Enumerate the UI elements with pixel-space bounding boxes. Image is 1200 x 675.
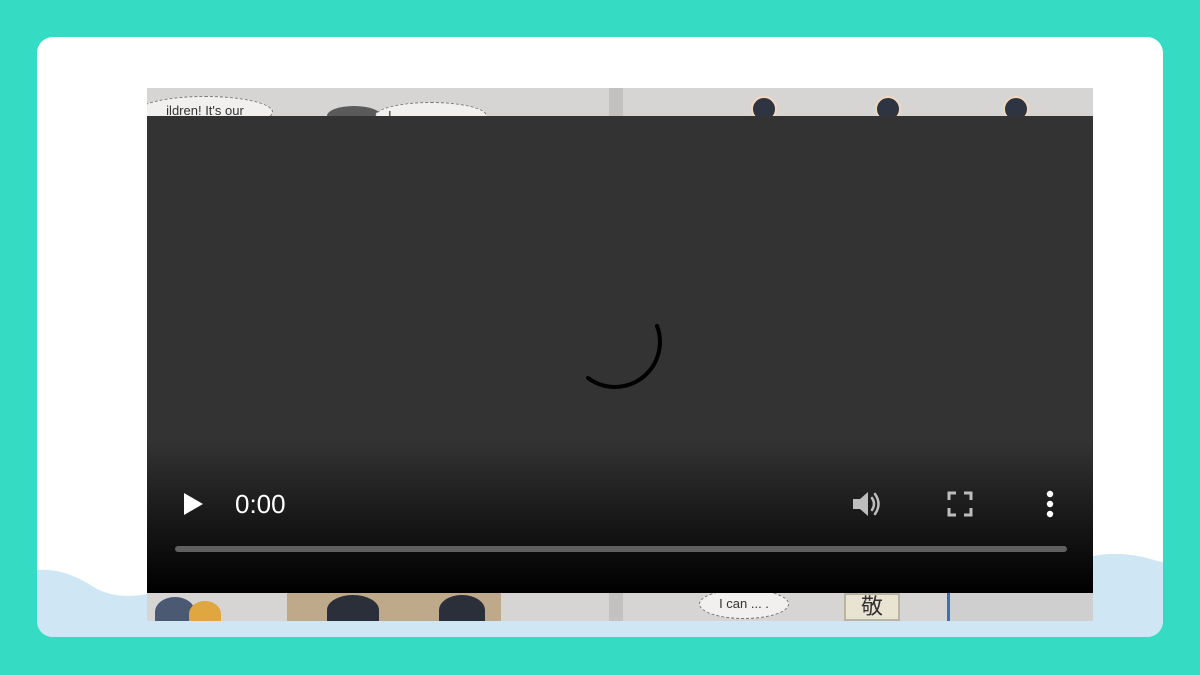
player-controls: 0:00 bbox=[147, 478, 1093, 528]
slide-card: ildren! It's our I I can ... . 敬 0:00 bbox=[37, 37, 1163, 637]
character-figure bbox=[327, 106, 381, 116]
book-spine bbox=[609, 593, 623, 621]
avatar bbox=[751, 96, 777, 116]
volume-icon bbox=[853, 492, 880, 516]
more-options-button[interactable] bbox=[1035, 486, 1065, 522]
character-figure bbox=[189, 601, 221, 621]
play-icon bbox=[184, 493, 203, 515]
avatar bbox=[875, 96, 901, 116]
speech-bubble-top-middle: I bbox=[375, 102, 487, 116]
video-surface[interactable]: 0:00 bbox=[147, 116, 1093, 593]
classroom-sign: 敬 bbox=[844, 593, 900, 621]
progress-bar[interactable] bbox=[175, 546, 1067, 552]
more-vertical-icon bbox=[1046, 490, 1054, 518]
classroom-window bbox=[947, 593, 1093, 621]
fullscreen-icon bbox=[947, 491, 973, 517]
character-figure bbox=[327, 595, 379, 621]
speech-bubble-top-left: ildren! It's our bbox=[147, 96, 273, 116]
speech-bubble-bottom: I can ... . bbox=[699, 593, 789, 619]
character-figure bbox=[439, 595, 485, 621]
book-spine bbox=[609, 88, 623, 116]
textbook-page-top: ildren! It's our I bbox=[147, 88, 1093, 116]
avatar bbox=[1003, 96, 1029, 116]
loading-spinner-icon bbox=[586, 324, 662, 389]
video-player[interactable]: ildren! It's our I I can ... . 敬 0:00 bbox=[147, 88, 1093, 621]
volume-button[interactable] bbox=[847, 486, 887, 522]
fullscreen-button[interactable] bbox=[942, 486, 978, 522]
current-time: 0:00 bbox=[235, 489, 286, 519]
play-button[interactable] bbox=[175, 486, 211, 522]
textbook-page-bottom: I can ... . 敬 bbox=[147, 593, 1093, 621]
